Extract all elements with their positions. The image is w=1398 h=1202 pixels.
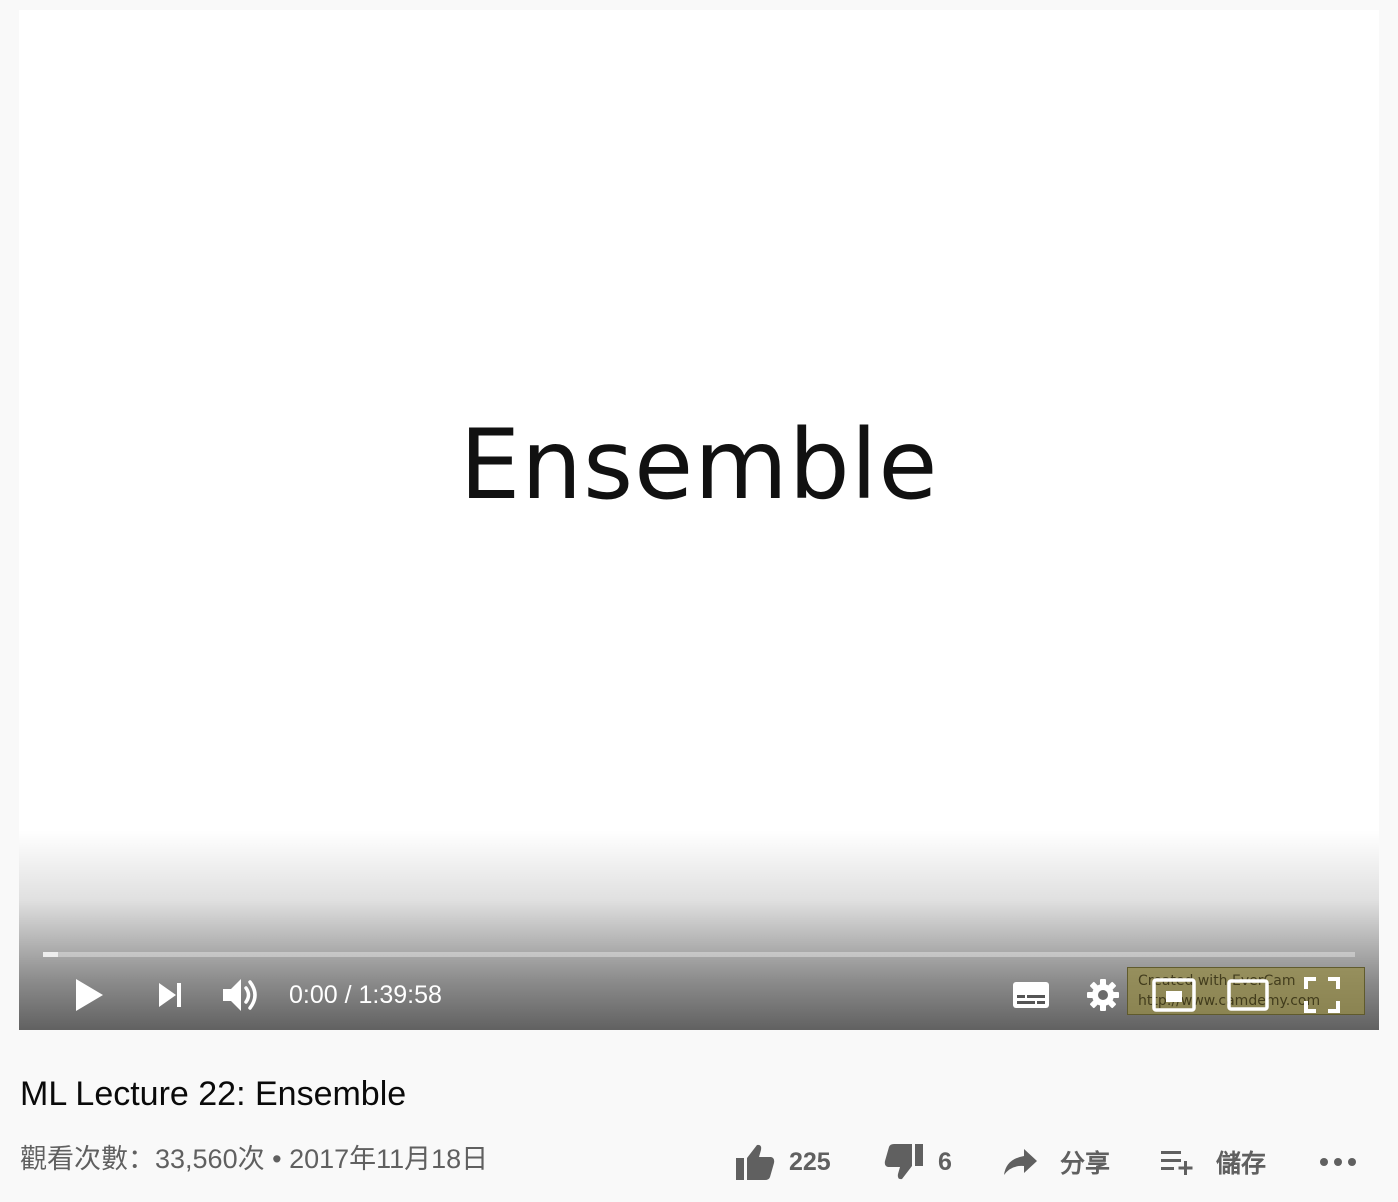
miniplayer-icon [1152,978,1196,1012]
progress-bar[interactable] [43,952,1355,957]
save-label: 儲存 [1216,1150,1267,1178]
volume-icon [223,979,257,1011]
view-count: 觀看次數：33,560次 [20,1144,265,1174]
time-display: 0:00 / 1:39:58 [289,977,442,1013]
time-separator: / [337,981,359,1009]
progress-loaded [43,952,58,957]
next-icon [159,983,181,1007]
settings-button[interactable] [1081,973,1125,1017]
thumbs-up-icon [736,1144,775,1180]
share-button[interactable]: 分享 [1002,1138,1110,1186]
video-title: ML Lecture 22: Ensemble [20,1075,407,1113]
subtitles-button[interactable] [1009,973,1053,1017]
upload-date: 2017年11月18日 [289,1144,489,1174]
slide-title: Ensemble [459,409,939,521]
fullscreen-icon [1304,977,1340,1013]
share-label: 分享 [1060,1150,1111,1178]
play-icon [76,979,103,1011]
meta-separator: • [264,1144,290,1174]
more-actions-button[interactable] [1318,1138,1358,1186]
playlist-add-icon [1161,1151,1193,1175]
like-count: 225 [789,1147,831,1176]
gear-icon [1087,979,1119,1011]
player-controls: 0:00 / 1:39:58 Created with EverCam http… [19,965,1379,1025]
play-button[interactable] [67,973,111,1017]
duration: 1:39:58 [358,981,442,1009]
more-horizontal-icon [1320,1158,1356,1166]
miniplayer-button[interactable] [1151,973,1197,1017]
video-player[interactable]: Ensemble 0:00 / 1:39:58 Created with Eve… [19,10,1379,1030]
video-meta: 觀看次數：33,560次 • 2017年11月18日 [20,1140,488,1178]
fullscreen-button[interactable] [1299,973,1345,1017]
volume-button[interactable] [217,973,265,1017]
theater-mode-icon [1227,979,1269,1011]
dislike-button[interactable]: 6 [884,1138,952,1186]
like-button[interactable]: 225 [735,1138,831,1186]
dislike-count: 6 [938,1147,952,1176]
subtitles-icon [1013,982,1049,1008]
save-button[interactable]: 儲存 [1160,1138,1266,1186]
thumbs-down-icon [884,1144,923,1180]
share-icon [1004,1149,1037,1175]
current-time: 0:00 [289,981,338,1009]
next-button[interactable] [149,973,193,1017]
theater-mode-button[interactable] [1225,973,1271,1017]
